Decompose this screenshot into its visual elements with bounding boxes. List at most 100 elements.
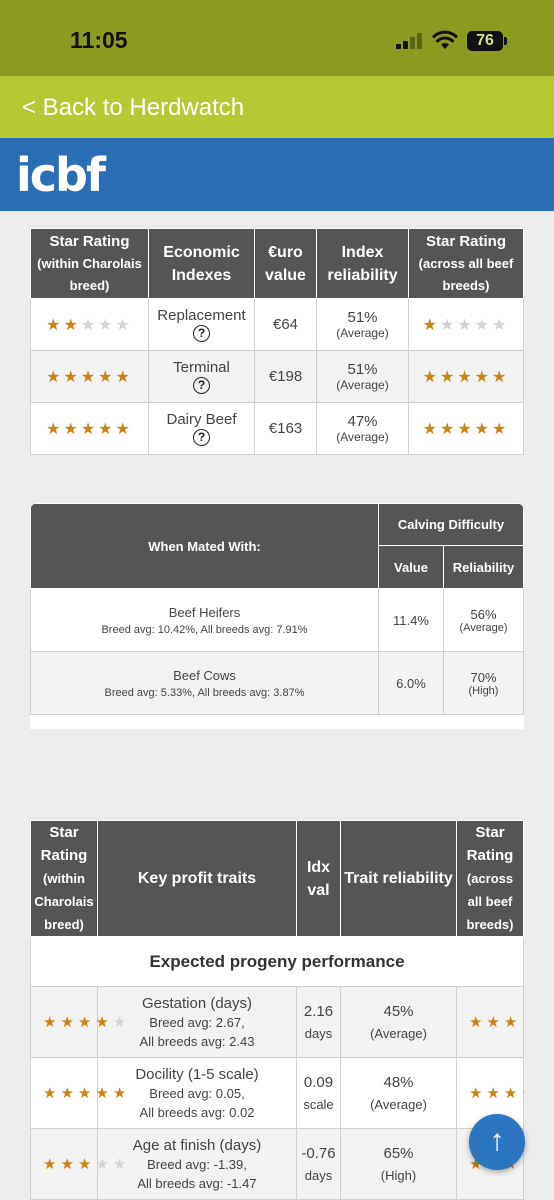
help-icon[interactable]: ? [193, 325, 210, 342]
stars-icon: ★★★★★ [46, 369, 133, 386]
star-rating-across: ★★★★★ [456, 986, 524, 1058]
reliability-label: (Average) [336, 430, 389, 444]
header-reliability: Reliability [443, 545, 524, 589]
stars-icon: ★★★★★ [469, 1013, 524, 1032]
brand-bar: icbf [0, 138, 554, 211]
star-filled-icon: ★ [492, 368, 510, 386]
index-name: Replacement [157, 307, 246, 324]
star-filled-icon: ★ [457, 420, 475, 438]
euro-value: €64 [254, 298, 317, 351]
header-trait-reliability: Trait reliability [340, 820, 457, 937]
stars-icon: ★★★★★ [46, 421, 133, 438]
trait-name: Gestation (days) [141, 995, 253, 1012]
reliability-percent: 47% [347, 413, 378, 430]
index-reliability: 51% (Average) [316, 350, 409, 403]
wifi-icon [432, 30, 458, 49]
header-economic-indexes: Economic Indexes [148, 228, 255, 299]
star-rating-within: ★★★★★ [30, 986, 126, 1058]
calving-difficulty-table: When Mated With: Calving Difficulty Valu… [30, 503, 524, 715]
star-filled-icon: ★ [43, 1155, 61, 1173]
reliability-percent: 51% [347, 361, 378, 378]
calving-reliability: 56% (Average) [443, 588, 524, 652]
star-filled-icon: ★ [469, 1084, 487, 1102]
star-filled-icon: ★ [112, 1084, 131, 1102]
star-empty-icon: ★ [115, 316, 133, 334]
star-rating-within: ★★★★★ [30, 402, 149, 455]
back-to-herdwatch-link[interactable]: < Back to Herdwatch [22, 94, 244, 122]
stars-icon: ★★★★★ [43, 1155, 126, 1174]
star-filled-icon: ★ [60, 1084, 78, 1102]
star-filled-icon: ★ [80, 368, 99, 386]
reliability-percent: 51% [347, 309, 378, 326]
mated-with-cell: Beef Heifers Breed avg: 10.42%, All bree… [30, 588, 379, 652]
star-filled-icon: ★ [492, 420, 510, 438]
star-filled-icon: ★ [43, 1013, 61, 1031]
reliability-percent: 48% [383, 1074, 414, 1091]
star-filled-icon: ★ [474, 420, 493, 438]
status-bar: 11:05 76 [0, 0, 554, 76]
header-calving-difficulty: Calving Difficulty [378, 503, 524, 546]
table-row: ★★★★★ Docility (1-5 scale) Breed avg: 0.… [30, 1057, 524, 1129]
star-empty-icon: ★ [457, 316, 475, 334]
scroll-to-top-button[interactable]: ↑ [469, 1114, 525, 1170]
index-name: Terminal [173, 359, 230, 376]
header-euro-value: €uro value [254, 228, 317, 299]
star-rating-across: ★★★★★ [408, 298, 524, 351]
star-empty-icon: ★ [474, 316, 493, 334]
status-time: 11:05 [70, 27, 128, 53]
star-filled-icon: ★ [63, 316, 81, 334]
star-filled-icon: ★ [46, 368, 64, 386]
idx-val: 2.16 days [296, 986, 341, 1058]
header-star-across: Star Rating (across all beef breeds) [408, 228, 524, 299]
header-star-across-sub: (across all beef breeds) [418, 255, 514, 293]
battery-tip [504, 37, 507, 45]
header-star-within-sub: (within Charolais breed) [34, 871, 94, 932]
idx-unit: days [304, 1026, 333, 1041]
trait-reliability: 45% (Average) [340, 986, 457, 1058]
section-title: Expected progeny performance [30, 936, 524, 987]
header-star-across-sub: (across all beef breeds) [466, 871, 514, 932]
header-star-across-title: Star Rating [425, 232, 506, 250]
star-filled-icon: ★ [439, 368, 458, 386]
star-filled-icon: ★ [422, 368, 440, 386]
help-icon[interactable]: ? [193, 377, 210, 394]
mated-with-averages: Breed avg: 10.42%, All breeds avg: 7.91% [101, 623, 308, 636]
idx-val: 0.09 scale [296, 1057, 341, 1129]
profit-traits-card: Star Rating (within Charolais breed) Key pr… [30, 820, 524, 1200]
header-idx-val: Idx val [296, 820, 341, 937]
mated-with-name: Beef Heifers [168, 604, 241, 620]
economic-index-card: Star Rating (within Charolais breed) Econ… [30, 228, 524, 455]
index-name-cell: Dairy Beef ? [148, 402, 255, 455]
reliability-percent: 70% [470, 669, 497, 685]
help-icon[interactable]: ? [193, 429, 210, 446]
star-filled-icon: ★ [60, 1155, 78, 1173]
idx-unit: days [304, 1168, 333, 1183]
reliability-label: (Average) [459, 621, 508, 634]
trait-name: Docility (1-5 scale) [135, 1066, 259, 1083]
euro-value: €163 [254, 402, 317, 455]
star-empty-icon: ★ [521, 1156, 524, 1173]
star-filled-icon: ★ [80, 420, 99, 438]
card-footer [30, 715, 524, 729]
star-filled-icon: ★ [115, 420, 133, 438]
header-star-within: Star Rating (within Charolais breed) [30, 820, 98, 937]
star-rating-within: ★★★★★ [30, 1057, 126, 1129]
star-rating-within: ★★★★★ [30, 298, 149, 351]
stars-icon: ★★★★★ [469, 1084, 524, 1103]
stars-icon: ★★★★★ [423, 317, 510, 334]
star-filled-icon: ★ [63, 420, 81, 438]
star-filled-icon: ★ [503, 1084, 522, 1102]
idx-value: 2.16 [303, 1003, 334, 1020]
table-row: ★★★★★ Replacement ? €64 51% (Average) ★★… [30, 298, 524, 351]
header-star-across-title: Star Rating [466, 824, 514, 864]
reliability-percent: 45% [383, 1003, 414, 1020]
reliability-label: (Average) [370, 1026, 427, 1041]
trait-all-breeds-avg: All breeds avg: 2.43 [139, 1034, 255, 1049]
euro-value: €198 [254, 350, 317, 403]
reliability-label: (High) [468, 684, 499, 697]
stars-icon: ★★★★★ [46, 317, 133, 334]
star-filled-icon: ★ [115, 368, 133, 386]
profit-traits-table: Star Rating (within Charolais breed) Key pr… [30, 820, 524, 1200]
star-filled-icon: ★ [422, 420, 440, 438]
star-empty-icon: ★ [95, 1155, 113, 1173]
